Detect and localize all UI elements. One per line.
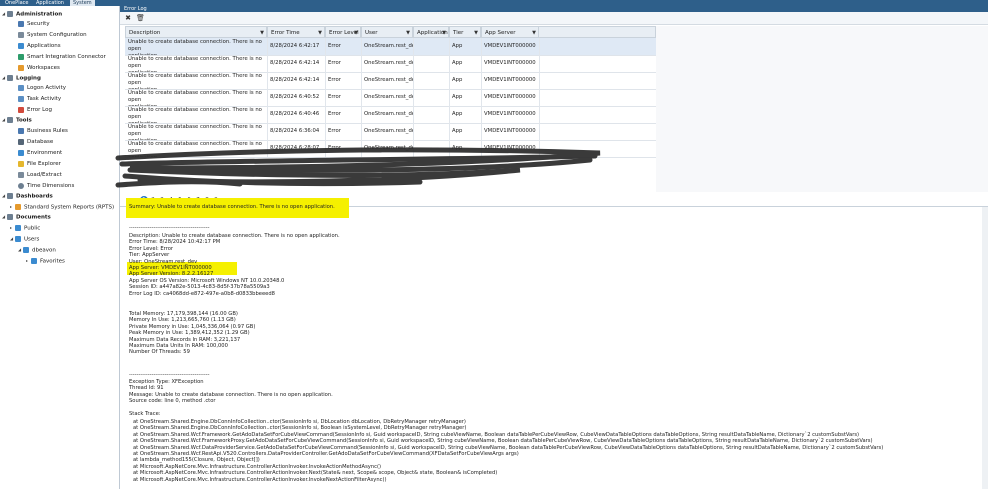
redaction-scribble (115, 147, 601, 188)
